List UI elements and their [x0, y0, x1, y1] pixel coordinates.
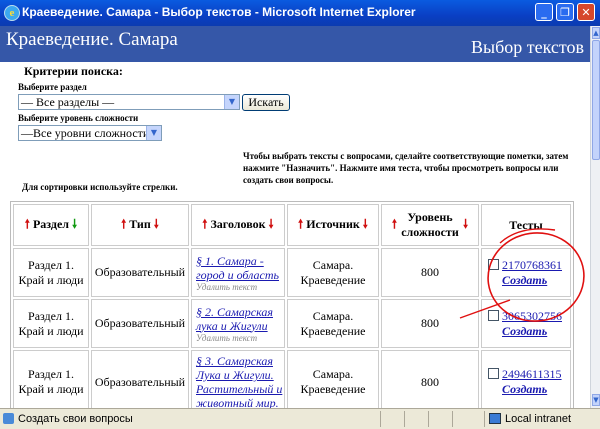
col-header-level: 🠕 Уровень сложности 🠗: [381, 204, 479, 246]
cell-level: 800: [381, 299, 479, 348]
col-header-source: 🠕 Источник 🠗: [287, 204, 379, 246]
test-checkbox[interactable]: [488, 368, 499, 379]
create-questions-link[interactable]: Создать: [488, 273, 570, 288]
instructions-text: Чтобы выбрать тексты с вопросами, сделай…: [243, 151, 569, 185]
delete-text-link[interactable]: Удалить текст: [196, 282, 284, 292]
cell-section: Раздел 1. Край и люди: [13, 350, 89, 414]
status-divider: [404, 411, 405, 427]
texts-table: 🠕 Раздел 🠗 🠕 Тип 🠗 🠕 Заголовок 🠗 🠕 Источ…: [10, 201, 574, 417]
site-title: Краеведение. Самара: [6, 29, 178, 50]
cell-level: 800: [381, 248, 479, 297]
section-label: Выберите раздел: [18, 82, 87, 92]
text-title-link[interactable]: § 1. Самара - город и область: [196, 254, 284, 282]
chevron-down-icon[interactable]: ▼: [146, 126, 161, 140]
intranet-zone-icon: [489, 413, 501, 424]
test-id-link[interactable]: 2170768361: [502, 258, 562, 272]
page-title: Выбор текстов: [470, 37, 584, 57]
scroll-up-arrow-icon[interactable]: ▲: [592, 27, 600, 39]
col-header-section: 🠕 Раздел 🠗: [13, 204, 89, 246]
scroll-down-arrow-icon[interactable]: ▼: [592, 394, 600, 406]
col-header-label: Уровень сложности: [401, 210, 459, 239]
cell-source: Самара. Краеведение: [287, 350, 379, 414]
criteria-heading: Критерии поиска:: [24, 64, 123, 78]
col-header-title: 🠕 Заголовок 🠗: [191, 204, 285, 246]
sort-asc-arrow-icon[interactable]: 🠕: [202, 217, 207, 231]
ie-logo-icon: e: [4, 5, 20, 21]
table-row: Раздел 1. Край и люди Образовательный § …: [13, 248, 571, 297]
col-header-tests: Тесты: [481, 204, 571, 246]
cell-type: Образовательный: [91, 299, 189, 348]
cell-section: Раздел 1. Край и люди: [13, 248, 89, 297]
scroll-thumb[interactable]: [592, 40, 600, 160]
sort-hint: Для сортировки используйте стрелки.: [22, 182, 178, 192]
cell-type: Образовательный: [91, 248, 189, 297]
close-button[interactable]: ✕: [577, 3, 595, 21]
cell-title: § 1. Самара - город и область Удалить те…: [191, 248, 285, 297]
cell-section: Раздел 1. Край и люди: [13, 299, 89, 348]
sort-desc-arrow-icon[interactable]: 🠗: [269, 217, 274, 231]
sort-desc-arrow-icon[interactable]: 🠗: [72, 217, 77, 231]
cell-title: § 2. Самарская лука и Жигули Удалить тек…: [191, 299, 285, 348]
section-select[interactable]: — Все разделы — ▼: [18, 94, 240, 110]
page-icon: [3, 413, 14, 424]
delete-text-link[interactable]: Удалить текст: [196, 333, 284, 343]
test-id-link[interactable]: 2494611315: [502, 367, 562, 381]
cell-level: 800: [381, 350, 479, 414]
vertical-scrollbar[interactable]: ▲ ▼: [590, 26, 600, 408]
create-questions-link[interactable]: Создать: [488, 382, 570, 397]
level-label: Выберите уровень сложности: [18, 113, 139, 123]
table-header-row: 🠕 Раздел 🠗 🠕 Тип 🠗 🠕 Заголовок 🠗 🠕 Источ…: [13, 204, 571, 246]
sort-asc-arrow-icon[interactable]: 🠕: [392, 217, 397, 231]
cell-tests: 3065302756 Создать: [481, 299, 571, 348]
status-divider: [380, 411, 381, 427]
test-id-link[interactable]: 3065302756: [502, 309, 562, 323]
page-header: Краеведение. Самара Выбор текстов: [0, 26, 590, 62]
zone-label: Local intranet: [505, 413, 572, 425]
sort-desc-arrow-icon[interactable]: 🠗: [363, 217, 368, 231]
create-questions-link[interactable]: Создать: [488, 324, 570, 339]
window-title: Краеведение. Самара - Выбор текстов - Mi…: [22, 5, 416, 19]
test-checkbox[interactable]: [488, 309, 499, 321]
col-header-label: Заголовок: [210, 216, 266, 231]
col-header-label: Раздел: [32, 216, 70, 231]
sort-asc-arrow-icon[interactable]: 🠕: [25, 217, 30, 231]
window-title-bar[interactable]: e Краеведение. Самара - Выбор текстов - …: [0, 0, 600, 26]
search-button[interactable]: Искать: [242, 94, 290, 111]
sort-desc-arrow-icon[interactable]: 🠗: [154, 217, 159, 231]
col-header-label: Источник: [306, 216, 360, 231]
text-title-link[interactable]: § 3. Самарская Лука и Жигули. Растительн…: [196, 354, 284, 410]
table-row: Раздел 1. Край и люди Образовательный § …: [13, 299, 571, 348]
col-header-type: 🠕 Тип 🠗: [91, 204, 189, 246]
sort-asc-arrow-icon[interactable]: 🠕: [121, 217, 126, 231]
status-divider: [452, 411, 453, 427]
test-checkbox[interactable]: [488, 258, 499, 270]
cell-source: Самара. Краеведение: [287, 248, 379, 297]
maximize-button[interactable]: ❐: [556, 3, 574, 21]
chevron-down-icon[interactable]: ▼: [224, 95, 239, 109]
section-select-value: — Все разделы —: [21, 95, 115, 109]
status-divider: [428, 411, 429, 427]
security-zone[interactable]: Local intranet: [484, 411, 597, 427]
level-select-value: —Все уровни сложности—: [21, 126, 162, 140]
status-bar: Создать свои вопросы Local intranet: [0, 408, 600, 429]
level-select[interactable]: —Все уровни сложности— ▼: [18, 125, 162, 141]
cell-source: Самара. Краеведение: [287, 299, 379, 348]
cell-title: § 3. Самарская Лука и Жигули. Растительн…: [191, 350, 285, 414]
cell-tests: 2170768361 Создать: [481, 248, 571, 297]
table-row: Раздел 1. Край и люди Образовательный § …: [13, 350, 571, 414]
cell-tests: 2494611315 Создать: [481, 350, 571, 414]
text-title-link[interactable]: § 2. Самарская лука и Жигули: [196, 305, 284, 333]
sort-asc-arrow-icon[interactable]: 🠕: [298, 217, 303, 231]
status-text: Создать свои вопросы: [18, 413, 133, 425]
cell-type: Образовательный: [91, 350, 189, 414]
sort-desc-arrow-icon[interactable]: 🠗: [463, 217, 468, 231]
col-header-label: Тип: [129, 216, 151, 231]
minimize-button[interactable]: _: [535, 3, 553, 21]
